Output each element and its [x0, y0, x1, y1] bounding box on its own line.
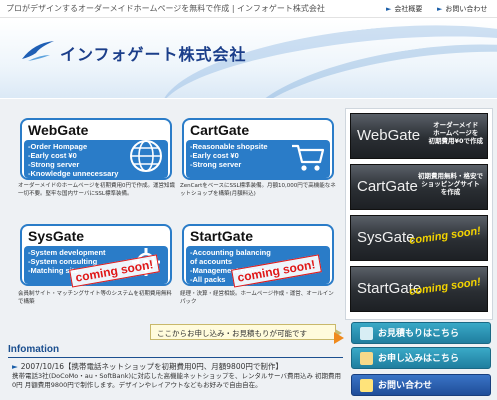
startgate-description: 経理・決算・経営相談。ホームページ作成・運営、オールインパック [180, 291, 334, 305]
heading-underline [8, 357, 343, 358]
feature-item: -System development [28, 248, 106, 257]
banner-subtitle: オーダーメイド ホームページを 初期費用¥0で作成 [428, 121, 483, 145]
sysgate-banner[interactable]: SysGate coming soon! [350, 215, 488, 261]
feature-item: -Knowledge unnecessary [28, 169, 119, 178]
contact-link[interactable]: ► お問い合わせ [437, 4, 487, 14]
news-body: 携帯電話3社(DoCoMo・au・SoftBank)に対応した高機能ネットショッ… [12, 372, 342, 389]
news-headline-link[interactable]: ► 2007/10/16【携帯電話ネットショップを初期費用0円、月額9800円で制… [12, 361, 283, 372]
top-bar: プロがデザインするオーダーメイドホームページを無料で作成 | インフォゲート株式… [0, 0, 497, 18]
cartgate-service-box[interactable]: CartGate -Reasonable shopsite -Early cos… [182, 118, 334, 180]
globe-icon [130, 140, 162, 172]
banner-subtitle-line: オーダーメイド [433, 121, 479, 129]
apply-button[interactable]: お申し込みはこちら [351, 347, 491, 369]
cartgate-banner[interactable]: CartGate 初期費用無料・格安で ショッピングサイト を作成 [350, 164, 488, 210]
information-section: Infomation ► 2007/10/16【携帯電話ネットショップを初期費用0… [8, 344, 343, 400]
estimate-button-label: お見積もりはこちら [378, 329, 460, 339]
banner-subtitle-line: 初期費用¥0で作成 [428, 137, 483, 145]
estimate-button[interactable]: お見積もりはこちら [351, 322, 491, 344]
service-name: CartGate [190, 122, 250, 138]
service-name: WebGate [28, 122, 89, 138]
feature-item: -Strong server [28, 160, 80, 169]
application-hint-balloon: ここからお申し込み・お見積もりが可能です [150, 324, 342, 340]
banner-title: SysGate [357, 229, 415, 246]
banner-subtitle-line: ホームページを [433, 129, 479, 137]
webgate-service-box[interactable]: WebGate -Order Hompage -Early cost ¥0 -S… [20, 118, 172, 180]
service-name: SysGate [28, 228, 85, 244]
banner-panel: WebGate オーダーメイド ホームページを 初期費用¥0で作成 CartGa… [345, 108, 493, 320]
information-heading: Infomation [8, 344, 60, 355]
company-logo-text[interactable]: インフォゲート株式会社 [60, 41, 247, 65]
feature-item: -Early cost ¥0 [190, 151, 239, 160]
feature-item: -Accounting balancing [190, 248, 271, 257]
feature-item: -Strong server [190, 160, 242, 169]
cartgate-description: ZenCartをベースにSSL標準装備。月額10,000円で高機能なネットショッ… [180, 183, 336, 197]
contact-button-label: お問い合わせ [378, 381, 433, 391]
company-profile-label: 会社概要 [394, 5, 423, 13]
bird-logo-icon[interactable] [20, 39, 56, 63]
webgate-description: オーダーメイドのホームページを初期費用0円で作成。運営知識一切不要。堅牢な国内サ… [18, 183, 176, 197]
banner-subtitle-line: 初期費用無料・格安で [418, 172, 483, 180]
arrow-icon: ► [437, 5, 443, 13]
feature-item: -Order Hompage [28, 142, 88, 151]
apply-button-label: お申し込みはこちら [378, 354, 460, 364]
contact-button[interactable]: お問い合わせ [351, 374, 491, 396]
banner-subtitle-line: ショッピングサイト [421, 180, 480, 188]
banner-subtitle: 初期費用無料・格安で ショッピングサイト を作成 [418, 172, 483, 196]
arrow-icon: ► [12, 362, 18, 371]
arrow-icon: ► [386, 5, 392, 13]
site-tagline: プロがデザインするオーダーメイドホームページを無料で作成 | インフォゲート株式… [6, 4, 325, 13]
banner-subtitle-line: を作成 [440, 188, 461, 196]
service-name: StartGate [190, 228, 254, 244]
banner-title: WebGate [357, 127, 421, 144]
news-headline-text: 2007/10/16【携帯電話ネットショップを初期費用0円、月額9800円で制作… [20, 362, 283, 371]
banner-coming-soon: coming soon! [408, 225, 482, 247]
envelope-icon [360, 379, 373, 392]
service-features: -Reasonable shopsite -Early cost ¥0 -Str… [190, 142, 268, 169]
contact-label: お問い合わせ [445, 5, 488, 13]
feature-item: -Reasonable shopsite [190, 142, 268, 151]
calculator-icon [360, 327, 373, 340]
feature-item: -Early cost ¥0 [28, 151, 77, 160]
document-icon [360, 352, 373, 365]
shopping-cart-icon [292, 144, 325, 171]
pointer-arrow-icon [334, 332, 344, 344]
company-profile-link[interactable]: ► 会社概要 [386, 4, 422, 14]
sysgate-description: 会員制サイト・マッチングサイト等のシステムを初期費用無料で構築 [18, 291, 172, 305]
startgate-banner[interactable]: StartGate coming soon! [350, 266, 488, 312]
webgate-banner[interactable]: WebGate オーダーメイド ホームページを 初期費用¥0で作成 [350, 113, 488, 159]
site-header: インフォゲート株式会社 [0, 19, 497, 98]
banner-title: CartGate [357, 178, 418, 195]
service-features: -Order Hompage -Early cost ¥0 -Strong se… [28, 142, 118, 178]
